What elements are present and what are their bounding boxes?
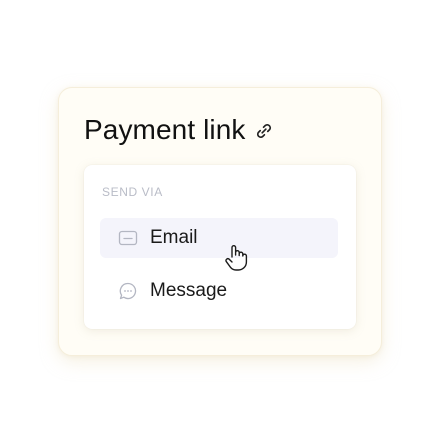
message-option-label: Message (150, 280, 228, 301)
link-icon[interactable] (254, 121, 274, 141)
chat-bubble-icon (119, 282, 137, 300)
card-title: Payment link (84, 114, 246, 145)
hand-pointer-icon (225, 245, 248, 271)
page: Payment link SEND VIA Email Message (0, 0, 440, 440)
send-via-label: SEND VIA (102, 185, 163, 199)
mail-icon (118, 230, 138, 246)
email-option-label: Email (150, 227, 198, 248)
email-option[interactable]: Email (100, 218, 338, 258)
message-option[interactable]: Message (100, 271, 338, 311)
card-header: Payment link (84, 113, 274, 147)
